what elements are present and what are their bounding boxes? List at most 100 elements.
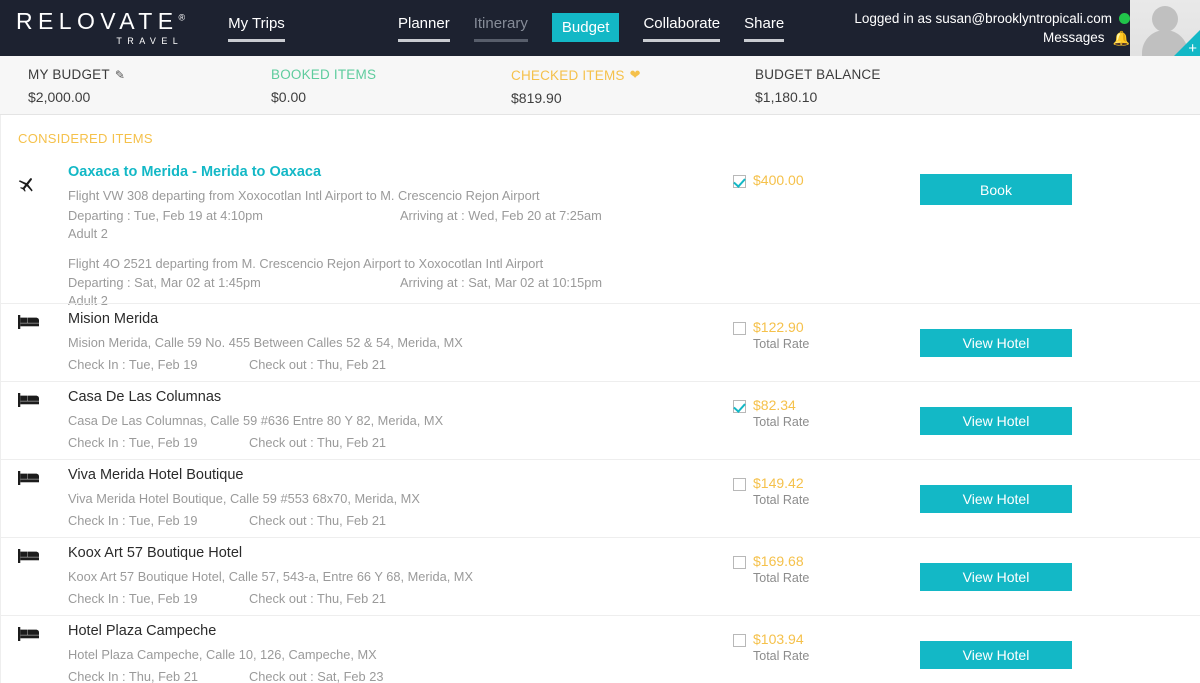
avatar[interactable]: + [1130,0,1200,56]
top-navigation-bar: RELOVATE® TRAVEL My Trips Planner Itiner… [0,0,1200,56]
hotel-action-block: View Hotel [920,563,1072,591]
hotel-price-line: $103.94 [733,631,863,647]
hotel-rate-note: Total Rate [753,337,810,351]
considered-item-hotel-row: Mision Merida Mision Merida, Calle 59 No… [0,303,1200,381]
hotel-price-block: $149.42 Total Rate [733,475,863,507]
brand-tagline: TRAVEL [116,36,184,46]
bed-icon [16,548,40,569]
messages-label: Messages [1043,30,1105,45]
hotel-details: Viva Merida Hotel Boutique Viva Merida H… [68,467,708,529]
bell-icon[interactable]: 🔔 [1113,31,1130,45]
tab-collaborate[interactable]: Collaborate [643,14,721,42]
hotel-name[interactable]: Mision Merida [68,311,708,327]
messages-link[interactable]: Messages 🔔 [1043,30,1130,45]
nav-my-trips-label: My Trips [228,14,285,32]
hotel-price-block: $82.34 Total Rate [733,397,863,429]
flight-leg-outbound-departing: Departing : Tue, Feb 19 at 4:10pm [68,207,263,223]
hotel-details: Mision Merida Mision Merida, Calle 59 No… [68,311,708,373]
checked-items-label-group: CHECKED ITEMS ❤ [511,67,641,83]
hotel-check-out: Check out : Thu, Feb 21 [249,434,387,450]
budget-summary-bar: MY BUDGET ✎ $2,000.00 BOOKED ITEMS $0.00… [0,56,1200,162]
pencil-edit-icon[interactable]: ✎ [115,68,125,82]
hotel-check-in: Check In : Tue, Feb 19 [68,356,198,372]
nav-my-trips[interactable]: My Trips [228,15,285,42]
hotel-check-out: Check out : Thu, Feb 21 [249,512,387,528]
brand-name: RELOVATE® [16,10,185,33]
hotel-price-line: $82.34 [733,397,863,413]
hotel-select-checkbox[interactable] [733,634,746,647]
hotel-rate-note: Total Rate [753,415,810,429]
section-title-considered-items: CONSIDERED ITEMS [18,131,153,146]
tab-itinerary-underline [473,38,528,42]
book-button[interactable]: Book [920,174,1072,205]
budget-balance-label: BUDGET BALANCE [755,67,881,82]
brand-logo[interactable]: RELOVATE® TRAVEL [16,10,185,46]
hotel-check-out: Check out : Sat, Feb 23 [249,668,384,683]
checked-items-label: CHECKED ITEMS [511,67,625,83]
summary-budget-balance: BUDGET BALANCE $1,180.10 [755,67,881,105]
hotel-check-out: Check out : Thu, Feb 21 [249,590,387,606]
hotel-details: Casa De Las Columnas Casa De Las Columna… [68,389,708,451]
summary-booked-items: BOOKED ITEMS $0.00 [271,67,376,105]
hotel-check-in: Check In : Tue, Feb 19 [68,512,198,528]
logged-in-text: Logged in as susan@brooklyntropicali.com [854,11,1112,26]
hotel-address: Viva Merida Hotel Boutique, Calle 59 #55… [68,491,420,506]
hotel-name[interactable]: Viva Merida Hotel Boutique [68,467,708,483]
hotel-action-block: View Hotel [920,485,1072,513]
hotel-select-checkbox[interactable] [733,400,746,413]
hotel-address: Koox Art 57 Boutique Hotel, Calle 57, 54… [68,569,474,584]
considered-item-hotel-row: Casa De Las Columnas Casa De Las Columna… [0,381,1200,459]
user-session-block: Logged in as susan@brooklyntropicali.com… [854,0,1130,56]
hotel-rate-note: Total Rate [753,571,810,585]
tab-planner[interactable]: Planner [398,15,450,42]
tab-collaborate-label: Collaborate [643,14,721,32]
hotel-action-block: View Hotel [920,407,1072,435]
hotel-price-line: $122.90 [733,319,863,335]
flight-action-block: Book [920,174,1072,205]
flight-title-link[interactable]: Oaxaca to Merida - Merida to Oaxaca [68,164,708,180]
hotel-select-checkbox[interactable] [733,322,746,335]
view-hotel-button[interactable]: View Hotel [920,407,1072,435]
bed-icon [16,470,40,491]
flight-leg-return-description: Flight 4O 2521 departing from M. Crescen… [68,255,544,271]
bed-icon [16,392,40,413]
hotel-price-amount: $82.34 [753,397,796,413]
plus-icon[interactable]: + [1188,41,1197,56]
tab-collaborate-underline [643,38,721,42]
flight-leg-return-times: Departing : Sat, Mar 02 at 1:45pm Arrivi… [68,273,708,291]
view-hotel-button[interactable]: View Hotel [920,485,1072,513]
hotel-action-block: View Hotel [920,641,1072,669]
heart-icon: ❤ [629,67,641,82]
hotel-name[interactable]: Hotel Plaza Campeche [68,623,708,639]
flight-price-amount: $400.00 [753,172,804,188]
view-hotel-button[interactable]: View Hotel [920,563,1072,591]
hotel-check-in: Check In : Thu, Feb 21 [68,668,198,683]
hotel-select-checkbox[interactable] [733,478,746,491]
considered-item-flight-row: Oaxaca to Merida - Merida to Oaxaca Flig… [0,164,1200,308]
hotel-address: Casa De Las Columnas, Calle 59 #636 Entr… [68,413,444,428]
hotel-price-amount: $169.68 [753,553,804,569]
considered-item-hotel-row: Koox Art 57 Boutique Hotel Koox Art 57 B… [0,537,1200,615]
hotel-dates: Check In : Tue, Feb 19 Check out : Thu, … [68,433,708,451]
tab-share[interactable]: Share [744,14,785,42]
hotel-select-checkbox[interactable] [733,556,746,569]
hotel-details: Hotel Plaza Campeche Hotel Plaza Campech… [68,623,708,683]
tab-budget[interactable]: Budget [551,13,620,42]
hotel-price-block: $103.94 Total Rate [733,631,863,663]
brand-name-text: RELOVATE [16,8,179,34]
view-hotel-button[interactable]: View Hotel [920,641,1072,669]
flight-select-checkbox[interactable] [733,175,746,188]
hotel-name[interactable]: Casa De Las Columnas [68,389,708,405]
hotel-name[interactable]: Koox Art 57 Boutique Hotel [68,545,708,561]
hotel-address: Hotel Plaza Campeche, Calle 10, 126, Cam… [68,647,377,662]
my-budget-label-group: MY BUDGET ✎ [28,67,125,82]
view-hotel-button[interactable]: View Hotel [920,329,1072,357]
tab-itinerary[interactable]: Itinerary [473,15,528,42]
hotel-address: Mision Merida, Calle 59 No. 455 Between … [68,335,463,350]
booked-items-value: $0.00 [271,89,307,105]
considered-item-hotel-row: Viva Merida Hotel Boutique Viva Merida H… [0,459,1200,537]
summary-my-budget: MY BUDGET ✎ $2,000.00 [28,67,125,105]
tab-share-label: Share [744,14,785,32]
hotel-rate-note: Total Rate [753,493,810,507]
flight-leg-outbound-description: Flight VW 308 departing from Xoxocotlan … [68,188,540,203]
